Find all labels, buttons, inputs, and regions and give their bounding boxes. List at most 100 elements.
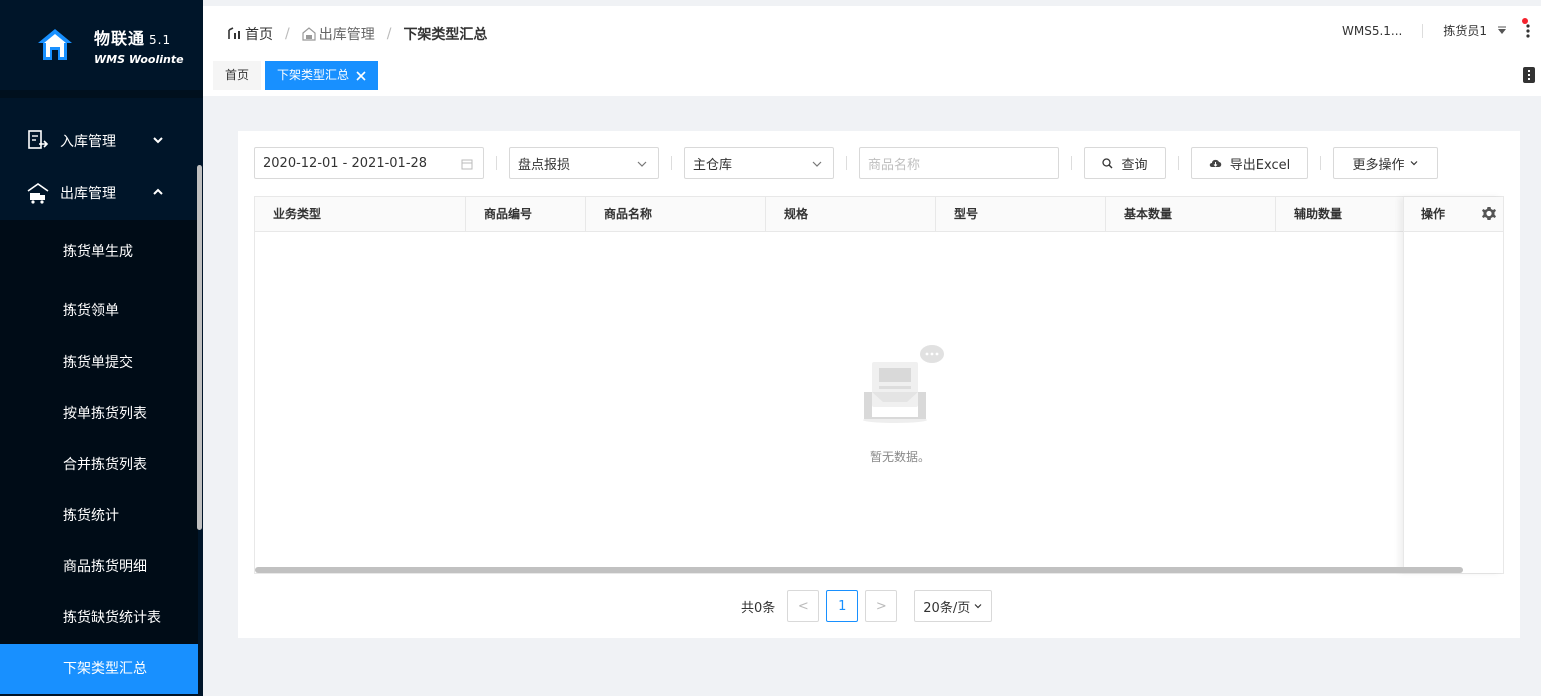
app-logo[interactable]: 物联通 5.1 WMS Woolinte — [0, 0, 203, 98]
tab-label: 下架类型汇总 — [277, 68, 350, 82]
chevron-down-icon — [1410, 161, 1417, 166]
sidebar-item-pick-shortage[interactable]: 拣货缺货统计表 — [0, 593, 198, 644]
menu-group-outbound[interactable]: 出库管理 — [0, 167, 198, 219]
divider — [1178, 156, 1179, 170]
sidebar-item-pick-merged[interactable]: 合并拣货列表 — [0, 440, 198, 491]
chevron-down-icon — [637, 161, 647, 167]
home-logo-icon — [38, 29, 72, 60]
divider — [1071, 156, 1072, 170]
breadcrumb-home[interactable]: 首页 — [245, 24, 273, 44]
prev-page-button[interactable]: < — [787, 590, 820, 622]
type-select[interactable]: 盘点报损 — [509, 147, 659, 179]
menu-group-label: 出库管理 — [60, 186, 116, 202]
sidebar-item-pick-by-order[interactable]: 按单拣货列表 — [0, 389, 198, 440]
warehouse-icon — [302, 27, 316, 41]
tab-home[interactable]: 首页 — [213, 61, 262, 90]
col-business-type[interactable]: 业务类型 — [255, 197, 466, 232]
breadcrumb-separator: / — [386, 26, 392, 42]
next-page-button[interactable]: > — [865, 590, 898, 622]
page-size-select[interactable]: 20条/页 — [914, 590, 993, 622]
empty-state: 暂无数据。 — [855, 342, 945, 465]
cloud-download-icon — [1209, 159, 1222, 167]
data-table: 业务类型 商品编号 商品名称 规格 型号 基本数量 辅助数量 操作 暂无数据。 — [254, 196, 1504, 574]
col-product-code[interactable]: 商品编号 — [466, 197, 586, 232]
calendar-icon — [461, 159, 473, 170]
breadcrumb-current: 下架类型汇总 — [403, 27, 488, 43]
query-label: 查询 — [1121, 157, 1148, 173]
more-menu-icon[interactable] — [1522, 17, 1531, 39]
filter-toolbar: 2020-12-01 - 2021-01-28 盘点报损 主仓库 商品名称 查询… — [254, 147, 1438, 179]
divider — [1320, 156, 1321, 170]
app-name: 物联通 5.1 — [94, 28, 172, 48]
product-name-input[interactable]: 商品名称 — [859, 147, 1059, 179]
close-icon[interactable] — [356, 70, 366, 81]
col-actions-label: 操作 — [1421, 206, 1446, 221]
pagination: 共0条 < 1 > 20条/页 — [741, 590, 993, 622]
date-range-picker[interactable]: 2020-12-01 - 2021-01-28 — [254, 147, 484, 179]
sidebar-item-product-pick-detail[interactable]: 商品拣货明细 — [0, 542, 198, 593]
export-excel-button[interactable]: 导出Excel — [1191, 147, 1308, 179]
tab-label: 首页 — [225, 68, 250, 82]
breadcrumb-separator: / — [285, 26, 290, 42]
col-model[interactable]: 型号 — [936, 197, 1106, 232]
version-label: WMS5.1... — [1341, 23, 1403, 38]
warehouse-select-value: 主仓库 — [693, 157, 733, 173]
header: 首页 / 出库管理 / 下架类型汇总 首页 下架类型汇总 WMS5.1... 拣… — [203, 6, 1541, 96]
chevron-down-icon — [974, 604, 982, 609]
gear-icon[interactable] — [1481, 206, 1497, 222]
breadcrumb-outbound[interactable]: 出库管理 — [319, 24, 375, 44]
sidebar-scrollbar[interactable] — [197, 165, 202, 530]
user-name[interactable]: 拣货员1 — [1443, 22, 1487, 39]
table-horizontal-scrollbar[interactable] — [255, 567, 1463, 573]
product-name-placeholder: 商品名称 — [868, 157, 921, 173]
empty-text: 暂无数据。 — [869, 450, 930, 464]
more-actions-button[interactable]: 更多操作 — [1333, 147, 1438, 179]
panel-toggle-icon[interactable] — [1523, 67, 1535, 83]
tab-offshelf-summary[interactable]: 下架类型汇总 — [265, 61, 379, 90]
type-select-value: 盘点报损 — [518, 157, 571, 173]
export-label: 导出Excel — [1229, 157, 1291, 173]
warehouse-select[interactable]: 主仓库 — [684, 147, 834, 179]
total-count: 共0条 — [741, 600, 776, 616]
menu-group-inbound[interactable]: 入库管理 — [0, 115, 198, 167]
sidebar-item-pick-submit[interactable]: 拣货单提交 — [0, 338, 198, 389]
sidebar-item-offshelf-summary[interactable]: 下架类型汇总 — [0, 644, 198, 694]
col-base-qty[interactable]: 基本数量 — [1106, 197, 1276, 232]
outbound-truck-icon — [27, 183, 49, 204]
tab-bar: 首页 下架类型汇总 — [213, 61, 382, 90]
sidebar-item-pick-stats[interactable]: 拣货统计 — [0, 491, 198, 542]
page-size-value: 20条/页 — [923, 600, 971, 616]
chevron-up-icon — [153, 188, 163, 195]
search-icon — [1102, 157, 1113, 168]
app-subtitle: WMS Woolinte — [94, 52, 184, 66]
col-spec[interactable]: 规格 — [766, 197, 936, 232]
app-version: 5.1 — [149, 32, 172, 47]
chevron-down-icon — [812, 161, 822, 167]
dashboard-icon — [228, 27, 240, 39]
table-header: 业务类型 商品编号 商品名称 规格 型号 基本数量 辅助数量 — [255, 197, 1503, 232]
notification-dot — [1522, 17, 1528, 24]
inbound-icon — [28, 130, 49, 149]
sidebar-item-pick-claim[interactable]: 拣货领单 — [0, 284, 198, 338]
col-product-name[interactable]: 商品名称 — [586, 197, 766, 232]
col-aux-qty[interactable]: 辅助数量 — [1276, 197, 1403, 232]
col-actions: 操作 — [1404, 197, 1503, 232]
sidebar: 物联通 5.1 WMS Woolinte 入库管理 出库管理 拣货单生成 拣货领单… — [0, 0, 203, 696]
more-actions-label: 更多操作 — [1352, 157, 1405, 173]
query-button[interactable]: 查询 — [1084, 147, 1166, 179]
content-card: 2020-12-01 - 2021-01-28 盘点报损 主仓库 商品名称 查询… — [238, 131, 1520, 638]
header-right: WMS5.1... 拣货员1 — [1341, 17, 1541, 39]
empty-inbox-icon — [863, 345, 944, 423]
page-number-button[interactable]: 1 — [826, 590, 859, 622]
divider — [496, 156, 497, 170]
breadcrumb: 首页 / 出库管理 / 下架类型汇总 — [228, 24, 487, 44]
date-range-value: 2020-12-01 - 2021-01-28 — [263, 155, 428, 171]
outbound-submenu: 拣货单生成 拣货领单 拣货单提交 按单拣货列表 合并拣货列表 拣货统计 商品拣货… — [0, 220, 198, 694]
chevron-down-icon — [153, 137, 163, 144]
action-column: 操作 — [1403, 197, 1503, 573]
caret-down-icon[interactable] — [1497, 26, 1507, 36]
divider — [671, 156, 672, 170]
sidebar-item-pick-generate[interactable]: 拣货单生成 — [0, 220, 198, 284]
divider — [1422, 23, 1424, 38]
menu-group-label: 入库管理 — [60, 134, 116, 150]
